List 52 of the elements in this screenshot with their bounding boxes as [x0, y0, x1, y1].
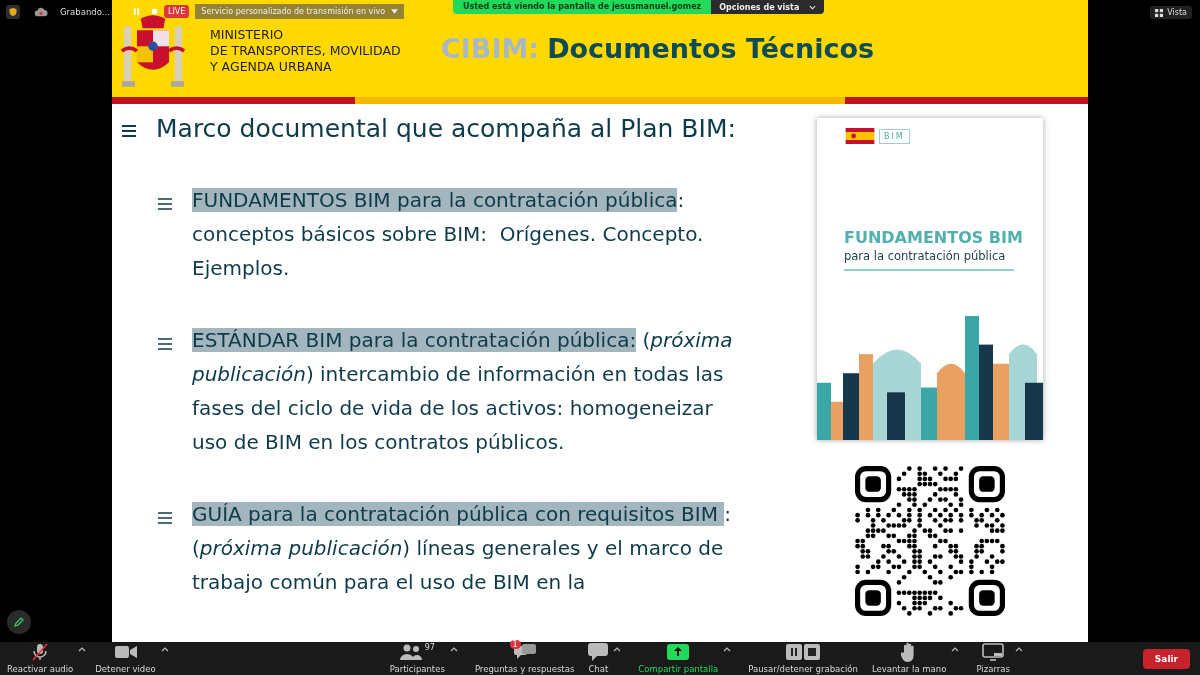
muted-microphone-icon: [30, 642, 51, 662]
toolbar-button[interactable]: Reactivar audio: [4, 642, 77, 675]
recording-status: Grabando...: [60, 6, 111, 17]
list-icon: [158, 198, 172, 210]
slide-heading: Marco documental que acompaña al Plan BIM:: [156, 114, 736, 143]
slide-title: Documentos Técnicos: [547, 33, 875, 64]
dropdown-arrow-icon: [391, 9, 399, 14]
caret-icon[interactable]: [723, 647, 732, 652]
toolbar-button[interactable]: Chat: [585, 642, 612, 675]
title-prefix: CIBIM:: [441, 33, 540, 64]
caret-icon[interactable]: [78, 647, 87, 652]
caret-icon[interactable]: [160, 647, 169, 652]
grid-icon: [1155, 8, 1164, 17]
view-button[interactable]: Vista: [1150, 6, 1192, 19]
toolbar-button[interactable]: Compartir pantalla: [635, 642, 722, 675]
video-camera-icon: [114, 645, 137, 659]
cloud-icon: [34, 6, 48, 17]
ministry-name: MINISTERIO DE TRANSPORTES, MOVILIDAD Y AGENDA URBANA: [210, 26, 402, 75]
caret-icon[interactable]: [613, 647, 622, 652]
annotate-button[interactable]: [7, 610, 31, 634]
list-icon: [158, 338, 172, 350]
toolbar-button[interactable]: Detener video: [92, 642, 159, 675]
sharing-banner: Usted está viendo la pantalla de jesusmanuel.gomez: [453, 0, 712, 14]
whiteboard-icon: [982, 643, 1005, 661]
bim-badge: BIM: [879, 128, 910, 144]
caret-icon[interactable]: [449, 647, 458, 652]
caret-icon[interactable]: [951, 647, 960, 652]
list-icon: [122, 124, 136, 137]
participants-icon: [399, 644, 422, 660]
live-badge: LIVE: [164, 5, 190, 18]
view-options-button[interactable]: Opciones de vista: [711, 0, 825, 14]
toolbar-button[interactable]: Pizarras: [973, 642, 1013, 675]
cover-subtitle: para la contratación pública: [844, 249, 1014, 271]
chevron-down-icon: [809, 4, 817, 10]
pencil-icon: [13, 616, 25, 628]
notification-badge: 1: [509, 640, 521, 649]
bullet-text: ESTÁNDAR BIM para la contratación pública: (próxima publicación) intercambio de información en todas las fases del ciclo de vida de los activos: homogeneizar uso de BIM en los contratos públicos.: [192, 327, 734, 456]
list-icon: [158, 512, 172, 524]
cover-title: FUNDAMENTOS BIM: [844, 228, 1024, 247]
bullet-text: FUNDAMENTOS BIM para la contratación pública: conceptos básicos sobre BIM: Orígenes. Concepto. Ejemplos.: [192, 187, 705, 282]
toolbar-button[interactable]: Pausar/detener grabación: [745, 642, 861, 675]
flag-icon: [845, 128, 875, 144]
toolbar-button[interactable]: 97 Participantes: [386, 642, 448, 675]
leave-button[interactable]: Salir: [1142, 648, 1190, 669]
bullet-text: GUÍA para la contratación pública con requisitos BIM : (próxima publicación) líneas generales y el marco de trabajo común para el uso de BIM en la: [192, 501, 733, 596]
caret-icon[interactable]: [1014, 647, 1023, 652]
participant-count: 97: [424, 643, 435, 652]
shield-icon: [6, 4, 20, 19]
toolbar-button[interactable]: Levantar la mano: [868, 642, 950, 675]
chat-icon: [588, 643, 609, 661]
streaming-dropdown[interactable]: Servicio personalizado de transmisión en vivo: [195, 4, 405, 19]
toolbar-button[interactable]: 1 Preguntas y respuestas: [471, 642, 578, 675]
